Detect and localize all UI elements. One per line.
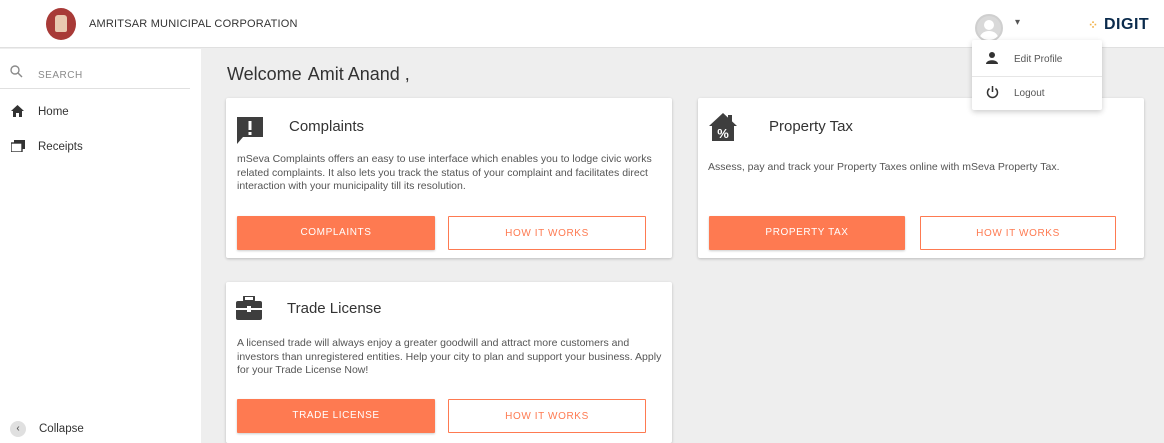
briefcase-icon (236, 295, 262, 325)
corporation-name: AMRITSAR MUNICIPAL CORPORATION (89, 18, 298, 30)
property-tax-how-it-works-button[interactable]: HOW IT WORKS (920, 216, 1116, 250)
complaint-icon (237, 117, 263, 150)
person-icon (986, 52, 998, 67)
welcome-user-name: Amit Anand (307, 64, 400, 84)
sidebar-item-receipts[interactable]: Receipts (0, 138, 190, 162)
power-icon (986, 86, 999, 102)
complaints-button[interactable]: COMPLAINTS (237, 216, 435, 250)
complaints-card: Complaints mSeva Complaints offers an ea… (226, 98, 672, 258)
sidebar-item-label: Home (38, 106, 69, 118)
user-avatar-icon[interactable] (975, 14, 1003, 42)
menu-divider (972, 76, 1102, 77)
caret-down-icon[interactable]: ▾ (1015, 17, 1020, 28)
home-icon (11, 105, 24, 120)
card-description: Assess, pay and track your Property Taxe… (708, 161, 1060, 173)
chevron-left-icon: ‹ (10, 421, 26, 437)
card-title: Trade License (287, 300, 382, 317)
search-icon (10, 65, 23, 81)
user-dropdown-menu: Edit Profile Logout (972, 40, 1102, 110)
trade-license-button[interactable]: TRADE LICENSE (237, 399, 435, 433)
menu-item-edit-profile[interactable]: Edit Profile (972, 44, 1102, 74)
welcome-prefix: Welcome (227, 64, 302, 84)
property-tax-icon: % (708, 112, 738, 147)
svg-text:%: % (717, 126, 729, 141)
sidebar-item-home[interactable]: Home (0, 103, 190, 127)
corporation-emblem-logo (46, 8, 76, 40)
property-tax-button[interactable]: PROPERTY TAX (709, 216, 905, 250)
digit-brand-text: DIGIT (1104, 16, 1150, 33)
card-title: Complaints (289, 118, 365, 135)
menu-item-logout[interactable]: Logout (972, 78, 1102, 108)
welcome-suffix: , (404, 64, 410, 84)
menu-item-label: Logout (1014, 88, 1045, 99)
card-description: A licensed trade will always enjoy a gre… (237, 337, 662, 376)
card-description: mSeva Complaints offers an easy to use i… (237, 153, 652, 192)
search-label: SEARCH (38, 70, 83, 81)
digit-brand-logo: ⁘ DIGIT (1088, 16, 1149, 34)
digit-dots-icon: ⁘ (1088, 18, 1099, 32)
receipts-icon (10, 140, 25, 155)
welcome-heading: Welcome Amit Anand , (227, 64, 410, 85)
collapse-button[interactable]: ‹ Collapse (0, 421, 150, 441)
sidebar-search[interactable]: SEARCH (0, 61, 190, 89)
property-tax-card: % Property Tax Assess, pay and track you… (698, 98, 1144, 258)
complaints-how-it-works-button[interactable]: HOW IT WORKS (448, 216, 646, 250)
trade-license-how-it-works-button[interactable]: HOW IT WORKS (448, 399, 646, 433)
sidebar: SEARCH Home Receipts ‹ Collapse (0, 49, 201, 443)
trade-license-card: Trade License A licensed trade will alwa… (226, 282, 672, 443)
menu-item-label: Edit Profile (1014, 54, 1063, 65)
collapse-label: Collapse (39, 423, 84, 435)
sidebar-item-label: Receipts (38, 141, 83, 153)
card-title: Property Tax (769, 118, 853, 135)
